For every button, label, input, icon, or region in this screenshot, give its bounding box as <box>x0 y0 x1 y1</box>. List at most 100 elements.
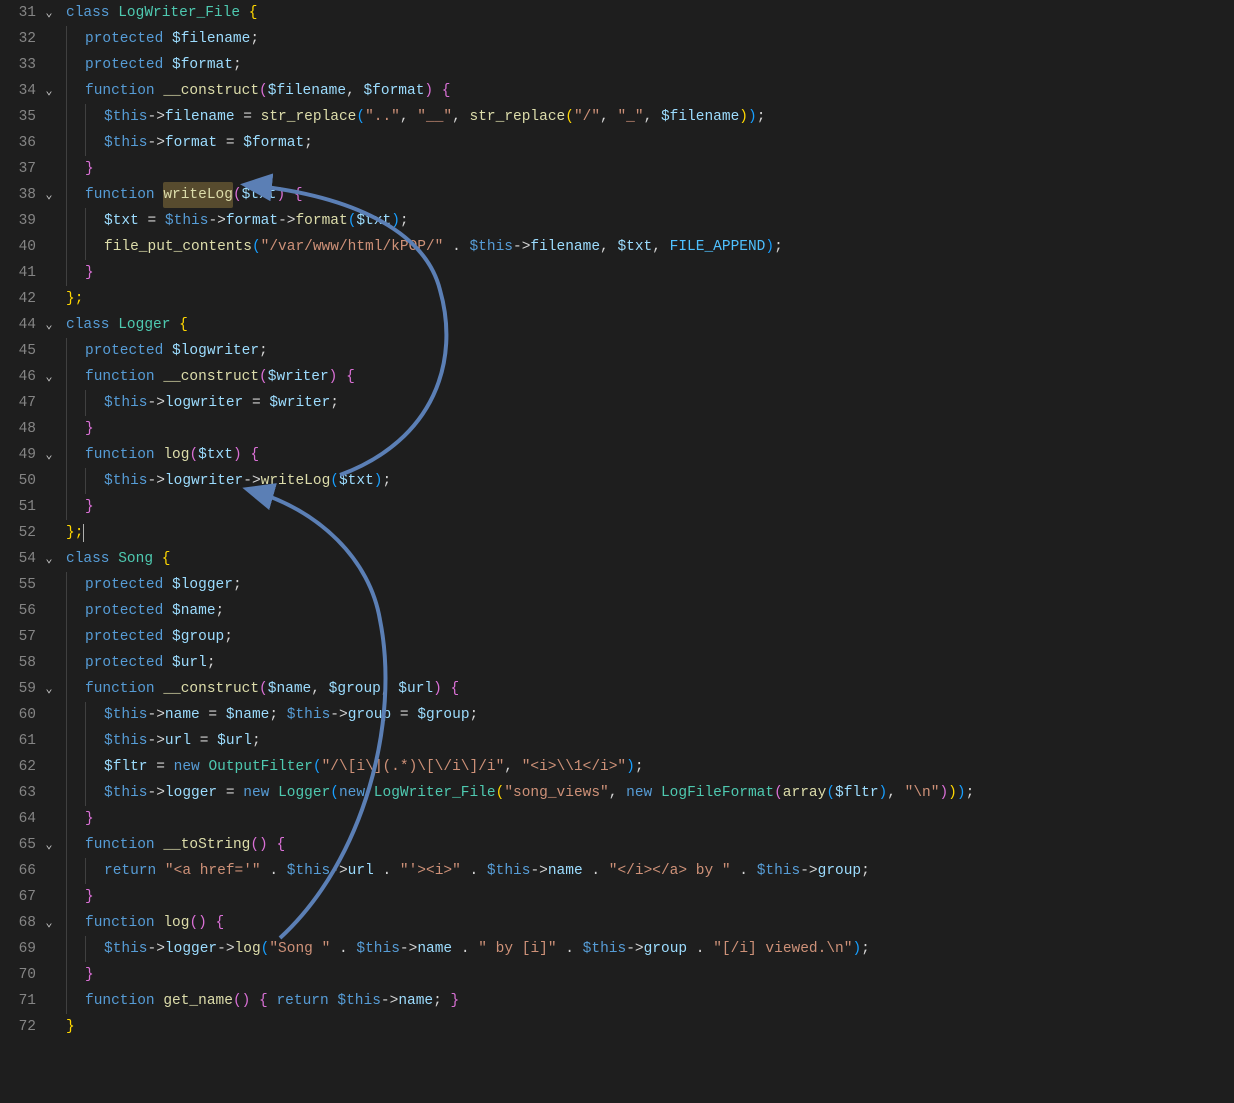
code-line[interactable]: protected $group; <box>66 624 1234 650</box>
token-punc: , <box>600 104 617 130</box>
code-line[interactable]: $this->logger = new Logger(new LogWriter… <box>66 780 1234 806</box>
code-line[interactable]: protected $format; <box>66 52 1234 78</box>
token-var: $name <box>226 702 270 728</box>
token-kw: $this <box>287 858 331 884</box>
token-var: $writer <box>268 364 329 390</box>
code-line[interactable]: protected $logger; <box>66 572 1234 598</box>
token-brkP: ( <box>233 182 242 208</box>
token-kw: $this <box>104 936 148 962</box>
code-line[interactable]: }; <box>66 520 1234 546</box>
token-kw: class <box>66 312 118 338</box>
token-str: "/var/www/html/kPOP/" <box>261 234 444 260</box>
code-line[interactable]: $this->logwriter->writeLog($txt); <box>66 468 1234 494</box>
fold-chevron-icon[interactable]: ⌄ <box>42 78 56 104</box>
code-line[interactable]: } <box>66 1014 1234 1040</box>
code-line[interactable]: $this->url = $url; <box>66 728 1234 754</box>
code-line[interactable]: return "<a href='" . $this->url . "'><i>… <box>66 858 1234 884</box>
token-brkR: }; <box>66 520 83 546</box>
token-punc: ; <box>233 572 242 598</box>
token-punc: ; <box>207 650 216 676</box>
token-op: . <box>452 936 478 962</box>
code-line[interactable]: } <box>66 156 1234 182</box>
token-brkB: ) <box>852 936 861 962</box>
token-mem: format <box>165 130 217 156</box>
fold-chevron-icon[interactable]: ⌄ <box>42 182 56 208</box>
code-line[interactable]: function __construct($filename, $format)… <box>66 78 1234 104</box>
code-line[interactable]: } <box>66 884 1234 910</box>
line-number: 48 <box>0 416 60 442</box>
token-mem: group <box>644 936 688 962</box>
code-line[interactable]: $this->logwriter = $writer; <box>66 390 1234 416</box>
token-punc: , <box>311 676 328 702</box>
code-line[interactable]: function log($txt) { <box>66 442 1234 468</box>
token-op: -> <box>243 468 260 494</box>
code-line[interactable]: function __construct($writer) { <box>66 364 1234 390</box>
code-line[interactable]: protected $name; <box>66 598 1234 624</box>
code-line[interactable]: class Song { <box>66 546 1234 572</box>
code-line[interactable]: class Logger { <box>66 312 1234 338</box>
fold-chevron-icon[interactable]: ⌄ <box>42 910 56 936</box>
line-number: 39 <box>0 208 60 234</box>
token-kw: $this <box>469 234 513 260</box>
code-line[interactable]: $this->filename = str_replace("..", "__"… <box>66 104 1234 130</box>
code-line[interactable]: file_put_contents("/var/www/html/kPOP/" … <box>66 234 1234 260</box>
token-brkP: ( <box>259 676 268 702</box>
fold-chevron-icon[interactable]: ⌄ <box>42 364 56 390</box>
line-number: 62 <box>0 754 60 780</box>
code-line[interactable]: $this->name = $name; $this->group = $gro… <box>66 702 1234 728</box>
token-punc: , <box>452 104 469 130</box>
code-line[interactable]: function log() { <box>66 910 1234 936</box>
token-brkP: ) <box>939 780 948 806</box>
code-line[interactable]: function __construct($name, $group, $url… <box>66 676 1234 702</box>
token-kw: new <box>174 754 209 780</box>
code-line[interactable]: function writeLog($txt) { <box>66 182 1234 208</box>
fold-chevron-icon[interactable]: ⌄ <box>42 676 56 702</box>
fold-chevron-icon[interactable]: ⌄ <box>42 832 56 858</box>
fold-chevron-icon[interactable]: ⌄ <box>42 442 56 468</box>
token-brkR: ) <box>948 780 957 806</box>
token-cls: Song <box>118 546 153 572</box>
fold-chevron-icon[interactable]: ⌄ <box>42 0 56 26</box>
token-punc: ; <box>252 728 261 754</box>
token-op: -> <box>148 728 165 754</box>
token-fn: array <box>783 780 827 806</box>
code-line[interactable]: $this->format = $format; <box>66 130 1234 156</box>
code-line[interactable]: } <box>66 806 1234 832</box>
code-line[interactable]: } <box>66 260 1234 286</box>
line-number: 64 <box>0 806 60 832</box>
token-var: $filename <box>172 26 250 52</box>
code-line[interactable]: protected $logwriter; <box>66 338 1234 364</box>
code-line[interactable]: protected $url; <box>66 650 1234 676</box>
code-line[interactable]: function __toString() { <box>66 832 1234 858</box>
code-area[interactable]: class LogWriter_File {protected $filenam… <box>66 0 1234 1040</box>
token-mem: logger <box>165 936 217 962</box>
code-line[interactable]: function get_name() { return $this->name… <box>66 988 1234 1014</box>
token-brkP: { <box>207 910 224 936</box>
token-fn: __construct <box>163 676 259 702</box>
token-op: = <box>217 130 243 156</box>
token-cls: LogFileFormat <box>661 780 774 806</box>
token-brkP: } <box>85 156 94 182</box>
code-line[interactable]: class LogWriter_File { <box>66 0 1234 26</box>
token-mem: group <box>818 858 862 884</box>
code-line[interactable]: $this->logger->log("Song " . $this->name… <box>66 936 1234 962</box>
fold-chevron-icon[interactable]: ⌄ <box>42 312 56 338</box>
code-editor[interactable]: 31⌄323334⌄35363738⌄3940414244⌄4546⌄47484… <box>0 0 1234 1040</box>
code-line[interactable]: $fltr = new OutputFilter("/\[i\](.*)\[\/… <box>66 754 1234 780</box>
code-line[interactable]: }; <box>66 286 1234 312</box>
fold-chevron-icon[interactable]: ⌄ <box>42 546 56 572</box>
token-brkB: ( <box>313 754 322 780</box>
token-brkP: { <box>250 988 276 1014</box>
code-line[interactable]: } <box>66 416 1234 442</box>
token-kw: new <box>339 780 374 806</box>
token-brkB: ) <box>626 754 635 780</box>
code-line[interactable]: } <box>66 494 1234 520</box>
token-punc: ; <box>259 338 268 364</box>
code-line[interactable]: $txt = $this->format->format($txt); <box>66 208 1234 234</box>
token-op: -> <box>330 702 347 728</box>
code-line[interactable]: } <box>66 962 1234 988</box>
token-op: . <box>557 936 583 962</box>
token-brkP: } <box>85 260 94 286</box>
token-op: -> <box>217 936 234 962</box>
code-line[interactable]: protected $filename; <box>66 26 1234 52</box>
